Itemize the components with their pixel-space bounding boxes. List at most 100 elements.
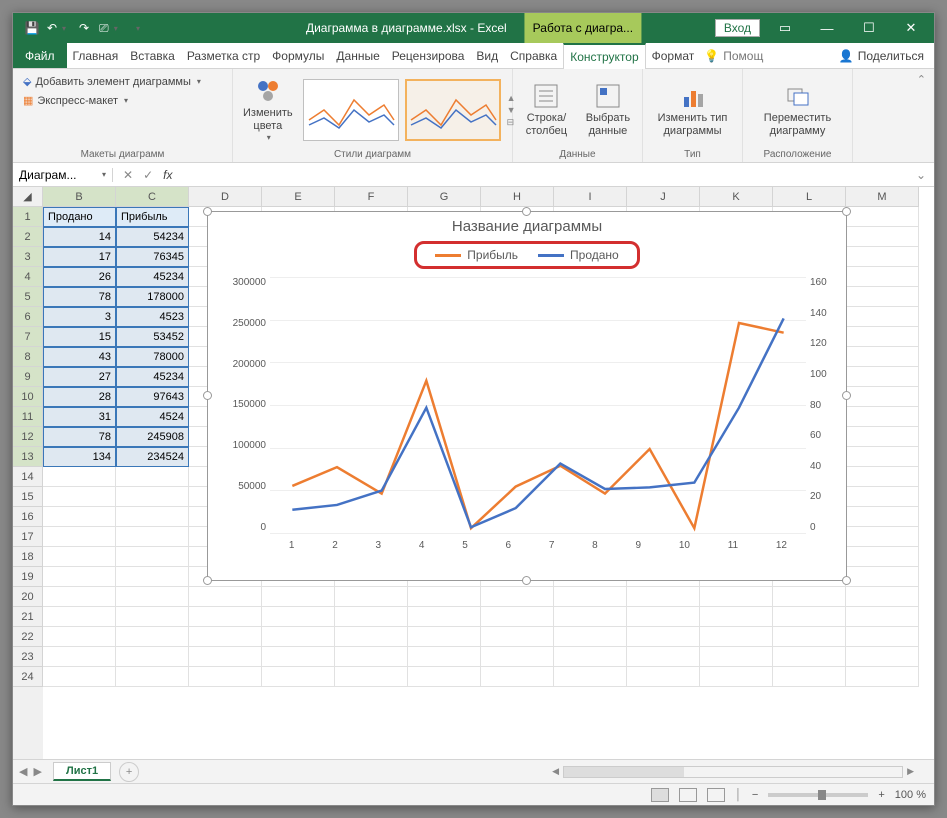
column-header-C[interactable]: C	[116, 187, 189, 207]
cell-J23[interactable]	[627, 647, 700, 667]
cell-B11[interactable]: 31	[43, 407, 116, 427]
tab-file[interactable]: Файл	[13, 43, 67, 68]
cell-G24[interactable]	[408, 667, 481, 687]
cell-D21[interactable]	[189, 607, 262, 627]
row-header-23[interactable]: 23	[13, 647, 43, 667]
cell-B23[interactable]	[43, 647, 116, 667]
cell-B18[interactable]	[43, 547, 116, 567]
cell-M2[interactable]	[846, 227, 919, 247]
close-icon[interactable]: ✕	[894, 13, 928, 43]
quick-layout-button[interactable]: ▦ Экспресс-макет▾	[19, 92, 132, 109]
tell-me[interactable]: 💡Помощ	[704, 43, 763, 68]
cell-C10[interactable]: 97643	[116, 387, 189, 407]
cell-J24[interactable]	[627, 667, 700, 687]
cell-L23[interactable]	[773, 647, 846, 667]
cell-H20[interactable]	[481, 587, 554, 607]
cell-B2[interactable]: 14	[43, 227, 116, 247]
cell-L21[interactable]	[773, 607, 846, 627]
cell-M9[interactable]	[846, 367, 919, 387]
cell-K21[interactable]	[700, 607, 773, 627]
row-header-3[interactable]: 3	[13, 247, 43, 267]
cell-M23[interactable]	[846, 647, 919, 667]
cell-B9[interactable]: 27	[43, 367, 116, 387]
row-header-20[interactable]: 20	[13, 587, 43, 607]
cell-B24[interactable]	[43, 667, 116, 687]
cell-B21[interactable]	[43, 607, 116, 627]
row-header-6[interactable]: 6	[13, 307, 43, 327]
cell-E23[interactable]	[262, 647, 335, 667]
cell-C2[interactable]: 54234	[116, 227, 189, 247]
cell-H23[interactable]	[481, 647, 554, 667]
cell-I23[interactable]	[554, 647, 627, 667]
cell-K22[interactable]	[700, 627, 773, 647]
row-header-4[interactable]: 4	[13, 267, 43, 287]
minimize-icon[interactable]: —	[810, 13, 844, 43]
cell-B1[interactable]: Продано	[43, 207, 116, 227]
cell-L20[interactable]	[773, 587, 846, 607]
save-icon[interactable]: 💾	[21, 17, 43, 39]
cell-D23[interactable]	[189, 647, 262, 667]
embedded-chart[interactable]: Название диаграммы Прибыль Продано	[207, 211, 847, 581]
cell-M12[interactable]	[846, 427, 919, 447]
cell-C8[interactable]: 78000	[116, 347, 189, 367]
cell-E22[interactable]	[262, 627, 335, 647]
cell-M6[interactable]	[846, 307, 919, 327]
chart-style-2[interactable]	[405, 79, 501, 141]
row-header-19[interactable]: 19	[13, 567, 43, 587]
cell-L22[interactable]	[773, 627, 846, 647]
column-header-H[interactable]: H	[481, 187, 554, 207]
add-chart-element-button[interactable]: ⬙ Добавить элемент диаграммы▾	[19, 73, 205, 90]
cell-M8[interactable]	[846, 347, 919, 367]
cell-H24[interactable]	[481, 667, 554, 687]
cell-B15[interactable]	[43, 487, 116, 507]
login-button[interactable]: Вход	[715, 19, 760, 37]
cell-B4[interactable]: 26	[43, 267, 116, 287]
cell-M20[interactable]	[846, 587, 919, 607]
column-header-J[interactable]: J	[627, 187, 700, 207]
column-header-E[interactable]: E	[262, 187, 335, 207]
cell-C24[interactable]	[116, 667, 189, 687]
cell-I20[interactable]	[554, 587, 627, 607]
camera-icon[interactable]: ⎚▾	[99, 17, 121, 39]
cell-L24[interactable]	[773, 667, 846, 687]
cell-J22[interactable]	[627, 627, 700, 647]
cell-G22[interactable]	[408, 627, 481, 647]
row-header-21[interactable]: 21	[13, 607, 43, 627]
cell-F20[interactable]	[335, 587, 408, 607]
view-page-break-icon[interactable]	[707, 788, 725, 802]
sheet-nav-left-icon[interactable]: ◀	[19, 765, 27, 778]
cell-K20[interactable]	[700, 587, 773, 607]
cell-B20[interactable]	[43, 587, 116, 607]
cell-M7[interactable]	[846, 327, 919, 347]
row-header-17[interactable]: 17	[13, 527, 43, 547]
cell-C7[interactable]: 53452	[116, 327, 189, 347]
maximize-icon[interactable]: ☐	[852, 13, 886, 43]
worksheet[interactable]: ◢ 12345678910111213141516171819202122232…	[13, 187, 934, 759]
cell-E20[interactable]	[262, 587, 335, 607]
cell-B16[interactable]	[43, 507, 116, 527]
view-normal-icon[interactable]	[651, 788, 669, 802]
cell-C6[interactable]: 4523	[116, 307, 189, 327]
cell-F22[interactable]	[335, 627, 408, 647]
cell-G20[interactable]	[408, 587, 481, 607]
row-header-9[interactable]: 9	[13, 367, 43, 387]
cell-M4[interactable]	[846, 267, 919, 287]
change-chart-type-button[interactable]: Изменить тип диаграммы	[649, 80, 736, 140]
qat-customize-icon[interactable]: ▾	[127, 17, 149, 39]
tab-review[interactable]: Рецензирова	[386, 43, 471, 68]
cell-C4[interactable]: 45234	[116, 267, 189, 287]
cell-B14[interactable]	[43, 467, 116, 487]
zoom-slider[interactable]	[768, 793, 868, 797]
zoom-level[interactable]: 100 %	[895, 789, 926, 801]
cell-M18[interactable]	[846, 547, 919, 567]
cell-C21[interactable]	[116, 607, 189, 627]
chart-handle-s[interactable]	[522, 576, 531, 585]
collapse-ribbon-icon[interactable]: ⌃	[917, 73, 926, 86]
cell-K24[interactable]	[700, 667, 773, 687]
chart-handle-n[interactable]	[522, 207, 531, 216]
y-axis-left[interactable]: 300000250000200000150000100000500000	[220, 277, 266, 533]
cell-K23[interactable]	[700, 647, 773, 667]
chart-handle-ne[interactable]	[842, 207, 851, 216]
expand-formula-icon[interactable]: ⌄	[908, 168, 934, 182]
cell-B17[interactable]	[43, 527, 116, 547]
